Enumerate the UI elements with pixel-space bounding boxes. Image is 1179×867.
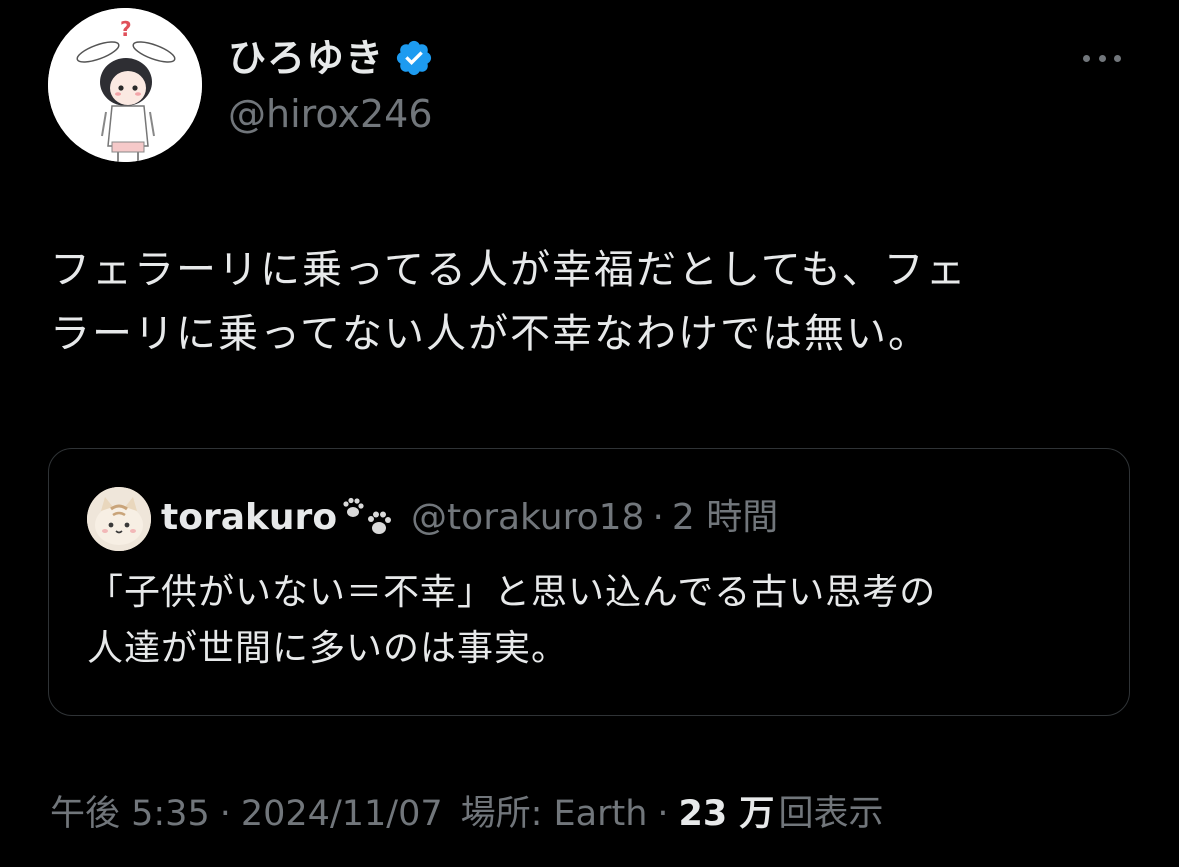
more-options-dot: [1098, 54, 1106, 62]
author-handle[interactable]: @hirox246: [228, 90, 433, 138]
tweet-date[interactable]: 2024/11/07: [241, 790, 443, 838]
author-display-name[interactable]: ひろゆき: [228, 34, 384, 82]
quote-text: 「子供がいない＝不幸」と思い込んでる古い思考の 人達が世間に多いのは事実。: [87, 565, 1097, 677]
quote-header: torakuro @torakuro18 · 2 時間: [161, 493, 778, 543]
views-count: 23 万: [678, 794, 775, 834]
more-options-button[interactable]: [1080, 44, 1124, 72]
meta-separator: ·: [219, 794, 231, 834]
tweet-detail: ? ひろゆき @hirox246 フェラーリに乗ってる人が幸福だとしても、フェ …: [0, 0, 1179, 867]
tweet-time[interactable]: 午後 5:35: [50, 790, 210, 838]
tweet-meta: 午後 5:35 · 2024/11/07 場所: Earth · 23 万 回表…: [50, 790, 883, 838]
quoted-tweet-card[interactable]: torakuro @torakuro18 · 2 時間 「子供がいない＝不幸」と…: [48, 448, 1130, 716]
paw-prints-icon: [343, 497, 392, 534]
tweet-location: 場所: Earth: [460, 794, 648, 834]
meta-separator: ·: [657, 794, 669, 834]
quote-text-line: 人達が世間に多いのは事実。: [87, 628, 569, 669]
author-name-row: ひろゆき: [228, 34, 434, 82]
tweet-text: フェラーリに乗ってる人が幸福だとしても、フェ ラーリに乗ってない人が不幸なわけで…: [50, 238, 1140, 366]
quote-author-handle[interactable]: @torakuro18: [411, 493, 644, 543]
quote-timestamp[interactable]: 2 時間: [672, 493, 778, 543]
cat-face-avatar-icon: [87, 487, 151, 551]
quote-text-line: 「子供がいない＝不幸」と思い込んでる古い思考の: [87, 572, 937, 613]
quote-separator: ·: [652, 497, 664, 538]
author-avatar[interactable]: ?: [48, 8, 202, 162]
verified-badge-icon: [396, 40, 432, 76]
quote-author-name[interactable]: torakuro: [161, 493, 337, 543]
svg-text:?: ?: [120, 17, 132, 41]
tweet-text-line: フェラーリに乗ってる人が幸福だとしても、フェ: [50, 247, 968, 293]
bunny-character-avatar-icon: ?: [48, 8, 202, 162]
more-options-dot: [1114, 54, 1121, 62]
quote-author-avatar[interactable]: [87, 487, 151, 551]
tweet-text-line: ラーリに乗ってない人が不幸なわけでは無い。: [50, 311, 930, 357]
views-label: 回表示: [778, 794, 884, 834]
more-options-dot: [1083, 54, 1090, 62]
